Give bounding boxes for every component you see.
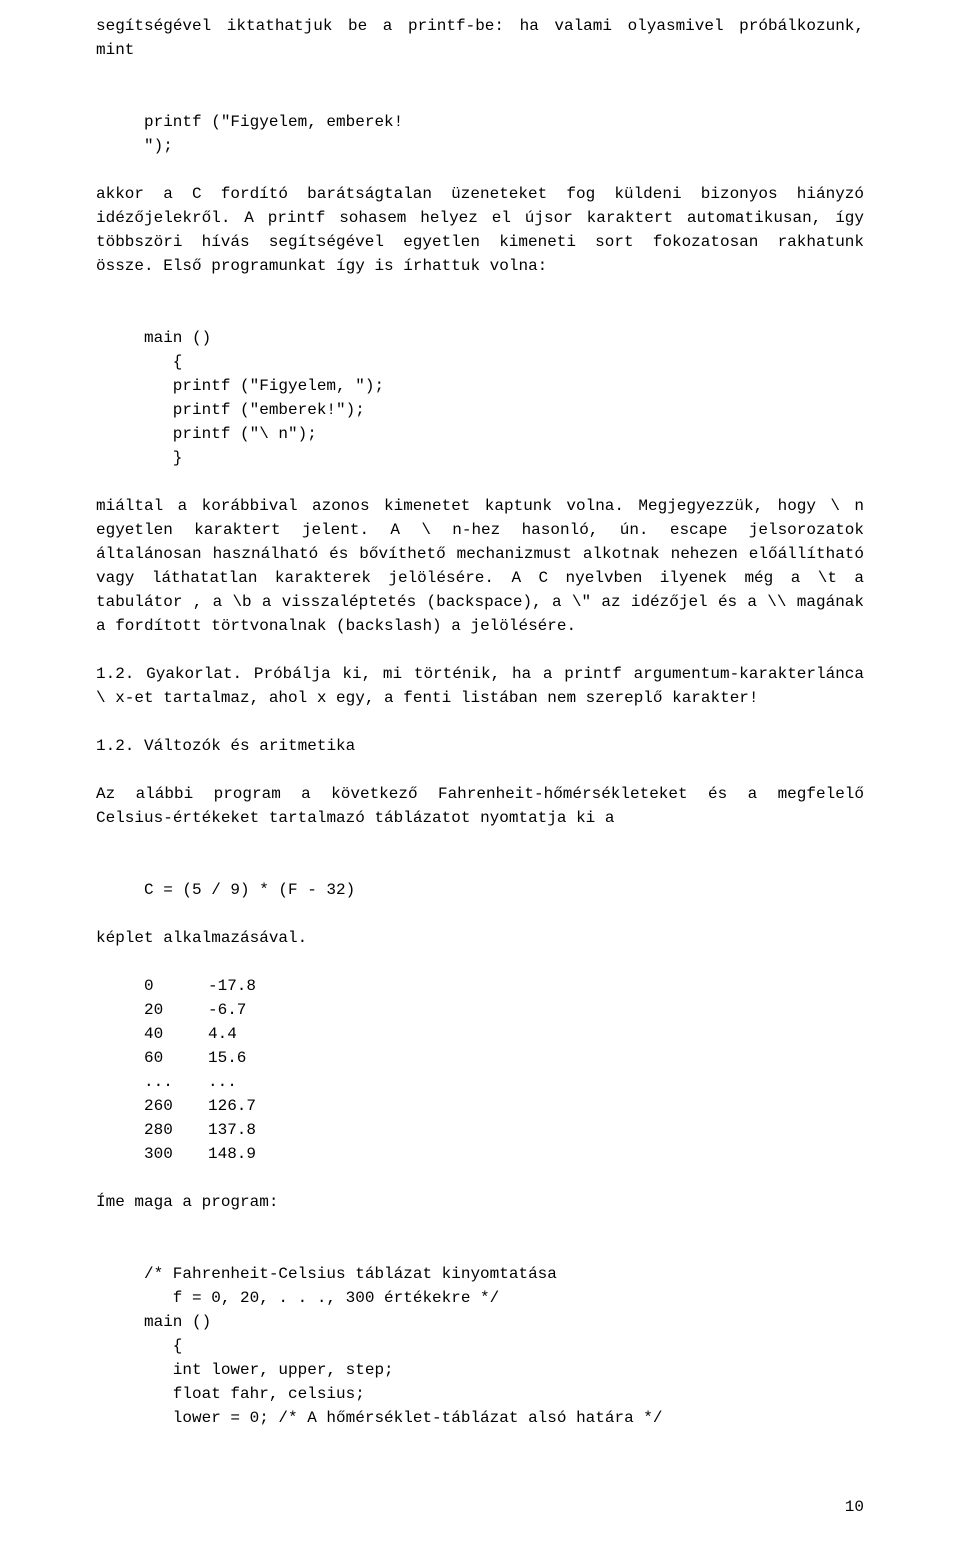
code-block-1: printf ("Figyelem, emberek! "); — [144, 86, 864, 158]
fahrenheit-celsius-table: 0 -17.8 20 -6.7 40 4.4 60 15.6 ... ... 2… — [144, 974, 864, 1166]
table-cell: 300 — [144, 1142, 208, 1166]
code-line: printf ("Figyelem, emberek! — [144, 113, 403, 131]
code-line: } — [144, 449, 182, 467]
code-block-3: /* Fahrenheit-Celsius táblázat kinyomtat… — [144, 1238, 864, 1430]
code-line: /* Fahrenheit-Celsius táblázat kinyomtat… — [144, 1265, 557, 1283]
code-line: float fahr, celsius; — [144, 1385, 365, 1403]
paragraph-6: képlet alkalmazásával. — [96, 926, 864, 950]
code-line: main () — [144, 1313, 211, 1331]
formula-text: C = (5 / 9) * (F - 32) — [144, 881, 355, 899]
table-row: 0 -17.8 — [144, 974, 864, 998]
table-row: 300 148.9 — [144, 1142, 864, 1166]
paragraph-5: Az alábbi program a következő Fahrenheit… — [96, 782, 864, 830]
code-block-2: main () { printf ("Figyelem, "); printf … — [144, 302, 864, 470]
paragraph-2: akkor a C fordító barátságtalan üzenetek… — [96, 182, 864, 278]
table-row: 40 4.4 — [144, 1022, 864, 1046]
paragraph-exercise: 1.2. Gyakorlat. Próbálja ki, mi történik… — [96, 662, 864, 710]
table-row: 260 126.7 — [144, 1094, 864, 1118]
code-line: lower = 0; /* A hőmérséklet-táblázat als… — [144, 1409, 662, 1427]
paragraph-1: segítségével iktathatjuk be a printf-be:… — [96, 14, 864, 62]
paragraph-7: Íme maga a program: — [96, 1190, 864, 1214]
document-page: segítségével iktathatjuk be a printf-be:… — [0, 0, 960, 1543]
code-line: printf ("emberek!"); — [144, 401, 365, 419]
table-cell: 20 — [144, 998, 208, 1022]
table-cell: -6.7 — [208, 998, 246, 1022]
table-cell: 148.9 — [208, 1142, 256, 1166]
table-cell: ... — [208, 1070, 237, 1094]
table-cell: -17.8 — [208, 974, 256, 998]
table-cell: 260 — [144, 1094, 208, 1118]
table-cell: 15.6 — [208, 1046, 246, 1070]
table-cell: 4.4 — [208, 1022, 237, 1046]
paragraph-3: miáltal a korábbival azonos kimenetet ka… — [96, 494, 864, 638]
code-line: printf ("\ n"); — [144, 425, 317, 443]
code-line: f = 0, 20, . . ., 300 értékekre */ — [144, 1289, 499, 1307]
code-line: main () — [144, 329, 211, 347]
table-cell: 60 — [144, 1046, 208, 1070]
table-cell: 40 — [144, 1022, 208, 1046]
table-row: ... ... — [144, 1070, 864, 1094]
code-line: printf ("Figyelem, "); — [144, 377, 384, 395]
code-line: int lower, upper, step; — [144, 1361, 394, 1379]
formula-block: C = (5 / 9) * (F - 32) — [144, 854, 864, 902]
code-line: "); — [144, 137, 173, 155]
table-cell: 137.8 — [208, 1118, 256, 1142]
page-number: 10 — [845, 1495, 864, 1519]
table-row: 20 -6.7 — [144, 998, 864, 1022]
table-row: 60 15.6 — [144, 1046, 864, 1070]
table-cell: 280 — [144, 1118, 208, 1142]
table-cell: ... — [144, 1070, 208, 1094]
code-line: { — [144, 1337, 182, 1355]
table-row: 280 137.8 — [144, 1118, 864, 1142]
code-line: { — [144, 353, 182, 371]
section-heading-1-2: 1.2. Változók és aritmetika — [96, 734, 864, 758]
table-cell: 126.7 — [208, 1094, 256, 1118]
table-cell: 0 — [144, 974, 208, 998]
